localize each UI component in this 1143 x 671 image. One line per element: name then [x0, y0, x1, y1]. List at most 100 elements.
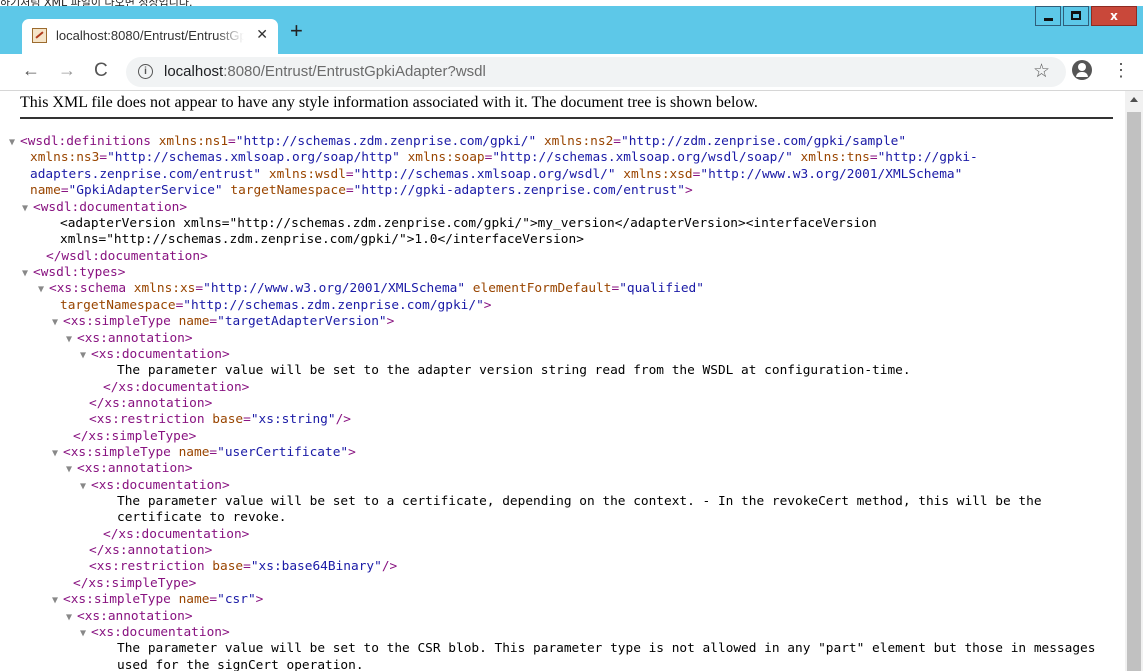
xml-value-token: "http://zdm.zenprise.com/gpki/sample" — [621, 134, 907, 149]
browser-menu-button[interactable]: ⋮ — [1112, 61, 1130, 79]
collapse-triangle-icon[interactable]: ▼ — [66, 610, 77, 626]
collapse-triangle-icon[interactable]: ▼ — [38, 282, 49, 298]
scroll-up-arrow-icon[interactable] — [1130, 97, 1138, 102]
xml-tag-token: <xs:schema — [49, 281, 134, 296]
xml-tag-token: <xs:annotation> — [77, 331, 193, 346]
xml-line: The parameter value will be set to the C… — [117, 641, 1095, 657]
xml-text-token: certificate to revoke. — [117, 510, 287, 525]
xml-line: ▼ <xs:annotation> — [66, 609, 193, 625]
xml-tag-token: <xs:documentation> — [91, 478, 230, 493]
xml-line: ▼ <xs:simpleType name="targetAdapterVersi… — [52, 314, 394, 330]
xml-attr-token: elementFormDefault — [472, 281, 612, 296]
xml-tag-token: <xs:simpleType — [63, 314, 179, 329]
browser-tab[interactable]: localhost:8080/Entrust/EntrustGpkiAdapte… — [22, 19, 278, 54]
collapse-triangle-icon[interactable]: ▼ — [22, 266, 33, 282]
minimize-button[interactable] — [1035, 6, 1061, 26]
xml-tag-token — [400, 150, 408, 165]
xml-tag-token: = — [613, 134, 622, 149]
xml-line: ▼ <xs:documentation> — [80, 625, 230, 641]
xml-tag-token: = — [243, 559, 251, 574]
reload-button[interactable]: C — [94, 60, 108, 82]
collapse-triangle-icon[interactable]: ▼ — [52, 446, 63, 462]
site-info-icon[interactable]: i — [138, 64, 153, 79]
xml-line: ▼ <xs:simpleType name="userCertificate"> — [52, 445, 356, 461]
xml-tag-token: > — [386, 314, 395, 329]
xml-line: The parameter value will be set to the a… — [117, 363, 911, 379]
xml-line: xmlns="http://schemas.zdm.zenprise.com/g… — [60, 232, 584, 248]
xml-line: The parameter value will be set to a cer… — [117, 494, 1042, 510]
collapse-triangle-icon[interactable]: ▼ — [66, 462, 77, 478]
xml-line: certificate to revoke. — [117, 510, 287, 526]
collapse-triangle-icon[interactable]: ▼ — [52, 315, 63, 331]
xml-tag-token: <xs:annotation> — [77, 461, 193, 476]
xml-value-token: "http://schemas.zdm.zenprise.com/gpki/" — [183, 298, 484, 313]
address-url[interactable]: localhost:8080/Entrust/EntrustGpkiAdapte… — [164, 63, 486, 80]
xml-text-token: xmlns="http://schemas.zdm.zenprise.com/g… — [60, 232, 584, 247]
collapse-triangle-icon[interactable]: ▼ — [22, 201, 33, 217]
xml-text-token: <adapterVersion xmlns="http://schemas.zd… — [60, 216, 877, 231]
xml-line: ▼ <xs:simpleType name="csr"> — [52, 592, 263, 608]
xml-tag-token: > — [255, 592, 264, 607]
xml-tag-token: <xs:annotation> — [77, 609, 193, 624]
collapse-triangle-icon[interactable]: ▼ — [80, 479, 91, 495]
xml-attr-token: xmlns:ns2 — [543, 134, 614, 149]
maximize-button[interactable] — [1063, 6, 1089, 26]
back-button[interactable]: ← — [22, 60, 40, 81]
scrollbar-thumb[interactable] — [1127, 112, 1141, 671]
xml-line: </xs:simpleType> — [73, 429, 196, 445]
xml-line: ▼ <wsdl:documentation> — [22, 200, 187, 216]
close-tab-icon[interactable]: ✕ — [256, 26, 268, 43]
xml-value-token: "http://gpki- — [877, 150, 978, 165]
xml-tag-token: = — [243, 412, 251, 427]
xml-value-token: "http://www.w3.org/2001/XMLSchema" — [203, 281, 466, 296]
xml-attr-token: xmlns:tns — [800, 150, 870, 165]
xml-value-token: adapters.zenprise.com/entrust" — [30, 167, 262, 182]
xml-line: </xs:documentation> — [103, 380, 249, 396]
xml-value-token: "http://schemas.zdm.zenprise.com/gpki/" — [235, 134, 537, 149]
collapse-triangle-icon[interactable]: ▼ — [80, 348, 91, 364]
xml-tag-token: > — [483, 298, 492, 313]
xml-tag-token: = — [209, 445, 218, 460]
xml-line: ▼ <wsdl:types> — [22, 265, 125, 281]
xml-value-token: "targetAdapterVersion" — [217, 314, 387, 329]
xml-attr-token: base — [212, 559, 244, 574]
browser-tab-strip: localhost:8080/Entrust/EntrustGpkiAdapte… — [0, 6, 1143, 54]
xml-attr-token: name — [178, 445, 210, 460]
xml-value-token: "xs:string" — [250, 412, 336, 427]
xml-value-token: "http://schemas.xmlsoap.org/wsdl/soap/" — [492, 150, 793, 165]
url-host: localhost — [164, 63, 224, 80]
collapse-triangle-icon[interactable]: ▼ — [9, 135, 20, 151]
xml-tag-token: = — [99, 150, 108, 165]
collapse-triangle-icon[interactable]: ▼ — [66, 332, 77, 348]
xml-tag-token — [793, 150, 801, 165]
page-content: This XML file does not appear to have an… — [0, 91, 1125, 671]
tab-title: localhost:8080/Entrust/EntrustGpkiAdapte… — [56, 28, 244, 43]
xml-line: targetNamespace="http://schemas.zdm.zenp… — [60, 298, 492, 314]
xml-line: used for the signCert operation. — [117, 658, 364, 671]
new-tab-button[interactable]: + — [290, 20, 303, 42]
xml-attr-token: xmlns:xs — [133, 281, 196, 296]
xml-line: ▼ <xs:schema xmlns:xs="http://www.w3.org/… — [38, 281, 704, 297]
xml-tag-token: </wsdl:documentation> — [46, 249, 208, 264]
xml-value-token: "GpkiAdapterService" — [68, 183, 223, 198]
xml-line: </xs:documentation> — [103, 527, 249, 543]
collapse-triangle-icon[interactable]: ▼ — [52, 593, 63, 609]
xml-tag-token: </xs:simpleType> — [73, 429, 197, 444]
xml-attr-token: name — [178, 314, 210, 329]
vertical-scrollbar[interactable] — [1125, 91, 1143, 671]
xml-style-notice: This XML file does not appear to have an… — [20, 94, 758, 111]
forward-button[interactable]: → — [58, 60, 76, 81]
xml-tag-token: <xs:simpleType — [63, 592, 179, 607]
close-window-button[interactable]: x — [1091, 6, 1137, 26]
account-circle-icon[interactable] — [1072, 60, 1092, 80]
xml-line: </xs:annotation> — [89, 396, 212, 412]
xml-line: <xs:restriction base="xs:string"/> — [89, 412, 351, 428]
xml-attr-token: xmlns:wsdl — [268, 167, 346, 182]
collapse-triangle-icon[interactable]: ▼ — [80, 626, 91, 642]
bookmark-star-icon[interactable]: ☆ — [1033, 60, 1050, 83]
xml-text-token: used for the signCert operation. — [117, 658, 364, 671]
xml-tag-token: <xs:restriction — [89, 412, 213, 427]
xml-tag-token: <xs:simpleType — [63, 445, 179, 460]
address-bar[interactable]: i localhost:8080/Entrust/EntrustGpkiAdap… — [126, 57, 1066, 87]
xml-tag-token: = — [869, 150, 878, 165]
